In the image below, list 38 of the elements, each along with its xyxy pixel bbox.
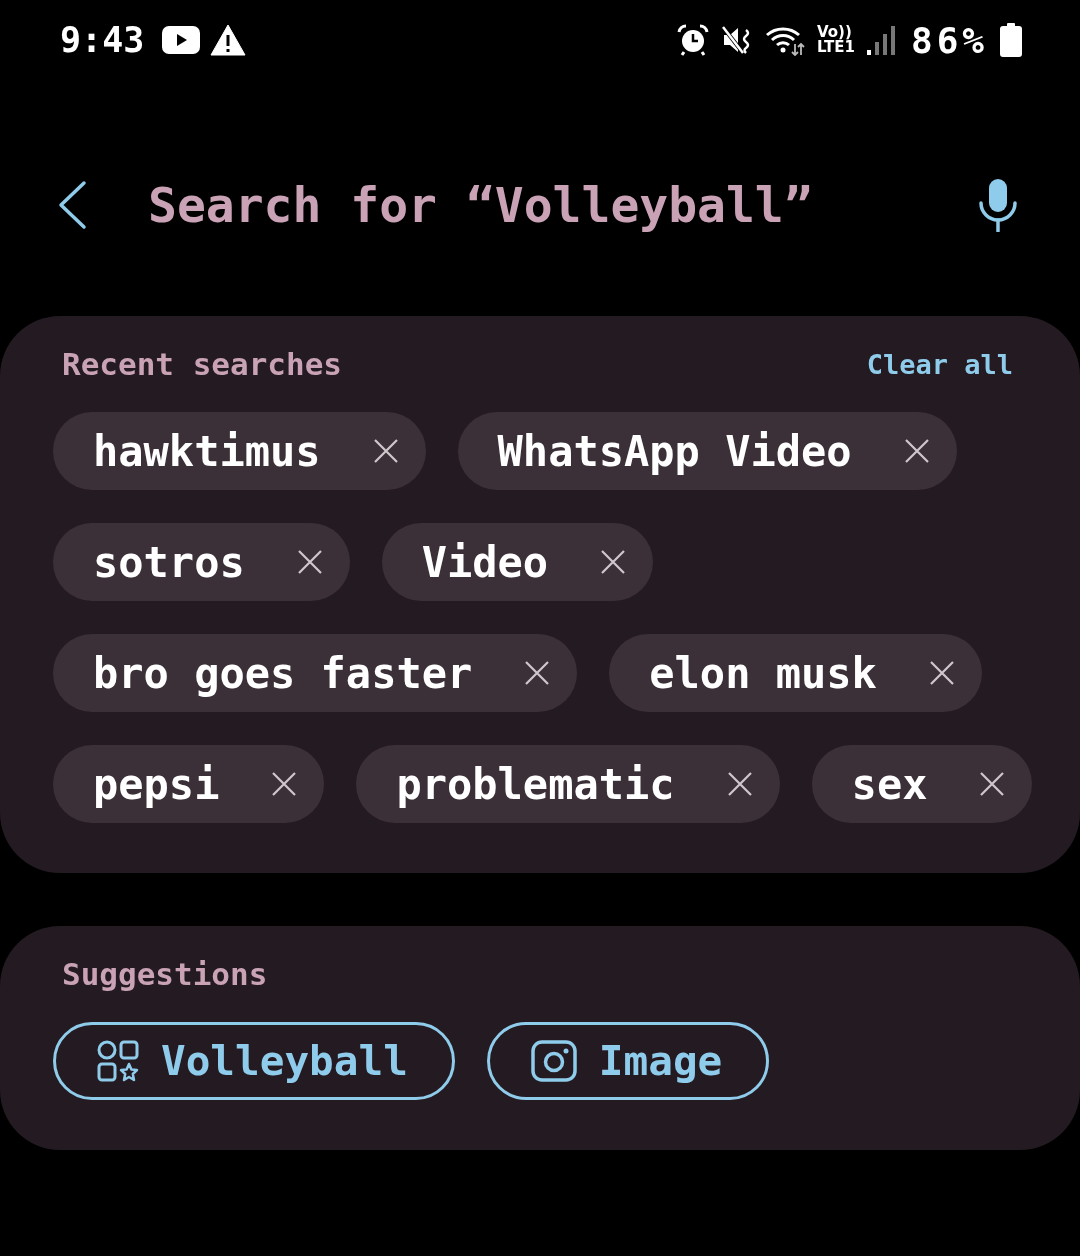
microphone-icon[interactable] <box>978 178 1018 232</box>
video-play-icon <box>162 26 201 54</box>
close-icon[interactable] <box>297 550 322 574</box>
close-icon[interactable] <box>525 661 550 685</box>
wifi-icon <box>764 24 805 56</box>
close-icon[interactable] <box>727 772 752 796</box>
battery-icon <box>1000 23 1022 57</box>
network-label: LTE1 <box>816 40 855 55</box>
shapes-icon <box>97 1040 139 1082</box>
recent-search-chip[interactable]: problematic <box>356 745 780 823</box>
section-title: Suggestions <box>62 956 268 992</box>
recent-search-chip[interactable]: pepsi <box>53 745 325 823</box>
recent-search-chip[interactable]: sotros <box>53 523 350 601</box>
recent-search-chip[interactable]: bro goes faster <box>53 634 578 712</box>
close-icon[interactable] <box>904 439 929 463</box>
back-icon[interactable] <box>57 180 87 230</box>
recent-search-chip[interactable]: Video <box>381 523 654 601</box>
close-icon[interactable] <box>601 550 626 574</box>
clock-time: 9:43 <box>60 20 145 60</box>
signal-icon <box>866 24 895 56</box>
suggestion-button[interactable]: Volleyball <box>53 1022 455 1100</box>
close-icon[interactable] <box>980 772 1005 796</box>
recent-search-chip[interactable]: sex <box>811 745 1033 823</box>
camera-icon <box>530 1040 577 1082</box>
recent-search-chip[interactable]: WhatsApp Video <box>457 412 957 490</box>
suggestion-button[interactable]: Image <box>486 1022 770 1100</box>
volte-label: Vo)) <box>816 25 852 40</box>
search-field[interactable]: Search for “Volleyball” <box>148 177 813 233</box>
battery-percent: 86% <box>910 19 988 61</box>
alarm-icon <box>676 24 709 56</box>
warning-icon <box>210 24 247 56</box>
close-icon[interactable] <box>929 661 954 685</box>
recent-search-chip[interactable]: hawktimus <box>53 412 426 490</box>
section-title: Recent searches <box>62 346 342 382</box>
close-icon[interactable] <box>272 772 297 796</box>
clear-all-button[interactable]: Clear all <box>866 348 1013 380</box>
recent-search-chip[interactable]: elon musk <box>609 634 982 712</box>
close-icon[interactable] <box>373 439 398 463</box>
